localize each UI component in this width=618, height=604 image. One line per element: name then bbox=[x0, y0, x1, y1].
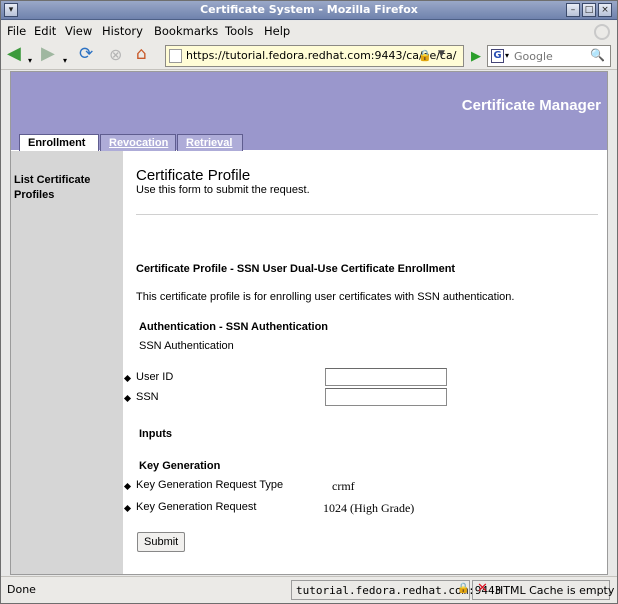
submit-button[interactable]: Submit bbox=[137, 532, 186, 552]
status-cache: HTML Cache is empty bbox=[472, 580, 614, 600]
status-bar: Done tutorial.fedora.redhat.com:9443 🔒 H… bbox=[1, 576, 617, 603]
navigation-toolbar: ◀ ▾ ▶ ▾ ⟳ ⊗ ⌂ https://tutorial.fedora.re… bbox=[1, 42, 617, 70]
cache-error-icon: ✕ bbox=[477, 581, 488, 596]
title-bar: ▾ Certificate System - Mozilla Firefox –… bbox=[1, 1, 617, 20]
bullet-icon bbox=[123, 394, 132, 403]
page-title: Certificate Profile bbox=[136, 167, 251, 184]
back-arrow-icon[interactable]: ◀ bbox=[7, 45, 21, 63]
tab-enrollment[interactable]: Enrollment bbox=[19, 134, 99, 152]
profile-description: This certificate profile is for enrollin… bbox=[136, 291, 515, 303]
keygen-type-value: crmf bbox=[332, 479, 355, 493]
brand-title: Certificate Manager bbox=[461, 97, 601, 114]
search-bar: G ▾ 🔍 bbox=[487, 45, 611, 67]
url-bar[interactable]: https://tutorial.fedora.redhat.com:9443/… bbox=[165, 45, 464, 67]
page-viewport: Certificate Manager Enrollment Revocatio… bbox=[10, 71, 608, 575]
user-id-input[interactable] bbox=[325, 368, 447, 386]
maximize-icon[interactable]: □ bbox=[582, 3, 596, 17]
search-engine-icon[interactable]: G bbox=[491, 49, 504, 63]
search-magnifier-icon[interactable]: 🔍 bbox=[590, 48, 605, 62]
minimize-icon[interactable]: – bbox=[566, 3, 580, 17]
page-header: Certificate Manager Enrollment Revocatio… bbox=[11, 72, 607, 152]
menu-view[interactable]: View bbox=[65, 24, 92, 38]
sidebar-link-list-certificate-profiles[interactable]: List Certificate Profiles bbox=[14, 173, 114, 203]
bullet-icon bbox=[123, 482, 132, 491]
menu-tools[interactable]: Tools bbox=[225, 24, 253, 38]
search-input[interactable] bbox=[514, 49, 584, 64]
keygen-type-label: Key Generation Request Type bbox=[136, 479, 284, 491]
forward-dropdown-icon[interactable]: ▾ bbox=[63, 53, 67, 69]
main-content: Certificate Profile Use this form to sub… bbox=[123, 151, 607, 574]
tab-revocation[interactable]: Revocation bbox=[100, 134, 176, 151]
home-icon[interactable]: ⌂ bbox=[136, 46, 147, 63]
auth-name: SSN Authentication bbox=[139, 340, 234, 352]
page-subtitle: Use this form to submit the request. bbox=[136, 184, 310, 196]
close-icon[interactable]: × bbox=[598, 3, 612, 17]
keygen-request-label: Key Generation Request bbox=[136, 501, 257, 513]
menu-history[interactable]: History bbox=[102, 24, 143, 38]
profile-heading: Certificate Profile - SSN User Dual-Use … bbox=[136, 263, 456, 275]
sidebar: List Certificate Profiles bbox=[11, 151, 123, 574]
status-host: tutorial.fedora.redhat.com:9443 bbox=[291, 580, 501, 600]
menu-edit[interactable]: Edit bbox=[34, 24, 56, 38]
menu-help[interactable]: Help bbox=[264, 24, 290, 38]
browser-window: ▾ Certificate System - Mozilla Firefox –… bbox=[0, 0, 618, 604]
url-text: https://tutorial.fedora.redhat.com:9443/… bbox=[186, 49, 457, 62]
search-engine-dropdown-icon[interactable]: ▾ bbox=[505, 51, 509, 60]
page-icon bbox=[169, 49, 182, 63]
keygen-heading: Key Generation bbox=[139, 460, 221, 472]
throbber-icon bbox=[594, 24, 610, 40]
stop-icon[interactable]: ⊗ bbox=[109, 47, 122, 63]
keygen-request-value: 1024 (High Grade) bbox=[323, 501, 415, 515]
menu-bar: File Edit View History Bookmarks Tools H… bbox=[1, 21, 617, 42]
tab-row: Enrollment Revocation Retrieval bbox=[11, 134, 607, 152]
inputs-heading: Inputs bbox=[139, 428, 172, 440]
bullet-icon bbox=[123, 504, 132, 513]
window-title: Certificate System - Mozilla Firefox bbox=[200, 3, 418, 16]
ssn-label: SSN bbox=[136, 391, 159, 403]
status-lock-icon[interactable]: 🔒 bbox=[457, 583, 469, 594]
auth-heading: Authentication - SSN Authentication bbox=[139, 321, 329, 333]
back-dropdown-icon[interactable]: ▾ bbox=[28, 53, 32, 69]
menu-bookmarks[interactable]: Bookmarks bbox=[154, 24, 218, 38]
tab-retrieval[interactable]: Retrieval bbox=[177, 134, 243, 151]
ssn-input[interactable] bbox=[325, 388, 447, 406]
lock-icon[interactable]: 🔒 bbox=[418, 49, 432, 62]
forward-arrow-icon[interactable]: ▶ bbox=[41, 45, 55, 63]
user-id-label: User ID bbox=[136, 371, 174, 383]
go-icon[interactable]: ▶ bbox=[471, 49, 481, 64]
bullet-icon bbox=[123, 374, 132, 383]
url-dropdown-icon[interactable]: ▼ bbox=[438, 49, 445, 59]
menu-file[interactable]: File bbox=[7, 24, 26, 38]
divider bbox=[136, 214, 598, 215]
reload-icon[interactable]: ⟳ bbox=[79, 46, 93, 63]
status-text: Done bbox=[7, 583, 36, 596]
